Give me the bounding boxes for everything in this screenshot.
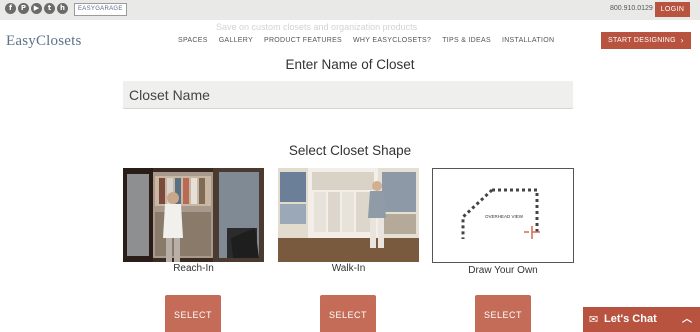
shape-label-draw-your-own: Draw Your Own [468, 265, 538, 276]
social-links: f P ▶ t h [5, 3, 68, 14]
overhead-view-diagram: OVERHEAD VIEW [461, 188, 540, 239]
select-reach-in-button[interactable]: SELECT [165, 295, 221, 332]
shape-label-walk-in: Walk-In [331, 263, 366, 274]
houzz-icon[interactable]: h [57, 3, 68, 14]
select-walk-in-button[interactable]: SELECT [320, 295, 376, 332]
easyclosets-logo[interactable]: EasyClosets [6, 33, 82, 50]
login-button[interactable]: LOGIN [655, 2, 690, 17]
nav-item-installation[interactable]: INSTALLATION [502, 37, 554, 44]
nav-item-spaces[interactable]: SPACES [178, 37, 208, 44]
youtube-icon[interactable]: ▶ [31, 3, 42, 14]
start-designing-label: START DESIGNING [608, 37, 676, 44]
utility-bar: f P ▶ t h EASYGARAGE 800.910.0129 LOGIN [0, 0, 700, 20]
nav-item-product-features[interactable]: PRODUCT FEATURES [264, 37, 342, 44]
main-nav: SPACES GALLERY PRODUCT FEATURES WHY EASY… [178, 37, 554, 44]
chevron-right-icon: › [680, 36, 684, 45]
twitter-icon[interactable]: t [44, 3, 55, 14]
closet-name-input[interactable] [123, 81, 573, 109]
chevron-up-icon[interactable]: ︿ [682, 307, 692, 332]
pinterest-icon[interactable]: P [18, 3, 29, 14]
promo-banner-text: Save on custom closets and organization … [216, 22, 418, 32]
closet-shape-heading: Select Closet Shape [288, 143, 412, 158]
chat-label: Let's Chat [604, 313, 657, 325]
overhead-view-caption: OVERHEAD VIEW [485, 214, 524, 219]
page: f P ▶ t h EASYGARAGE 800.910.0129 LOGIN … [0, 0, 700, 332]
nav-item-tips-ideas[interactable]: TIPS & IDEAS [442, 37, 491, 44]
draw-your-own-canvas[interactable]: OVERHEAD VIEW [432, 168, 574, 263]
facebook-icon[interactable]: f [5, 3, 16, 14]
walk-in-image[interactable] [278, 168, 419, 262]
phone-number[interactable]: 800.910.0129 [610, 5, 653, 12]
easygarage-link[interactable]: EASYGARAGE [74, 3, 127, 16]
start-designing-button[interactable]: START DESIGNING › [601, 32, 691, 49]
shape-label-reach-in: Reach-In [173, 263, 214, 274]
chat-widget[interactable]: ✉ Let's Chat ︿ [583, 307, 700, 332]
nav-item-gallery[interactable]: GALLERY [219, 37, 253, 44]
nav-item-why-easyclosets[interactable]: WHY EASYCLOSETS? [353, 37, 431, 44]
reach-in-image[interactable] [123, 168, 264, 262]
closet-name-heading: Enter Name of Closet [285, 57, 415, 72]
select-draw-your-own-button[interactable]: SELECT [475, 295, 531, 332]
crosshair-cursor-icon [524, 226, 540, 239]
chat-bubble-icon: ✉ [589, 313, 599, 326]
